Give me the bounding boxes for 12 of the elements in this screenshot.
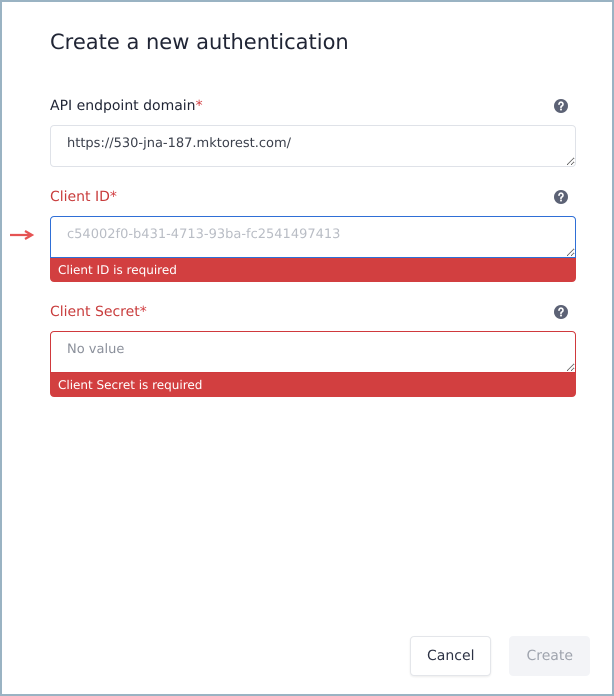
dialog-title: Create a new authentication	[50, 30, 350, 54]
field-label: Client ID*	[50, 189, 117, 205]
help-icon[interactable]	[554, 190, 568, 204]
text-field[interactable]: https://530-jna-187.mktorest.com/	[50, 125, 576, 167]
error-message: Client Secret is required	[50, 373, 576, 397]
cancel-button[interactable]: Cancel	[410, 636, 492, 676]
help-icon[interactable]	[554, 99, 568, 113]
text-field[interactable]: No value	[50, 331, 576, 373]
error-message: Client ID is required	[50, 258, 576, 282]
field-label: API endpoint domain*	[50, 98, 203, 114]
field-label: Client Secret*	[50, 304, 147, 320]
help-icon[interactable]	[554, 305, 568, 319]
